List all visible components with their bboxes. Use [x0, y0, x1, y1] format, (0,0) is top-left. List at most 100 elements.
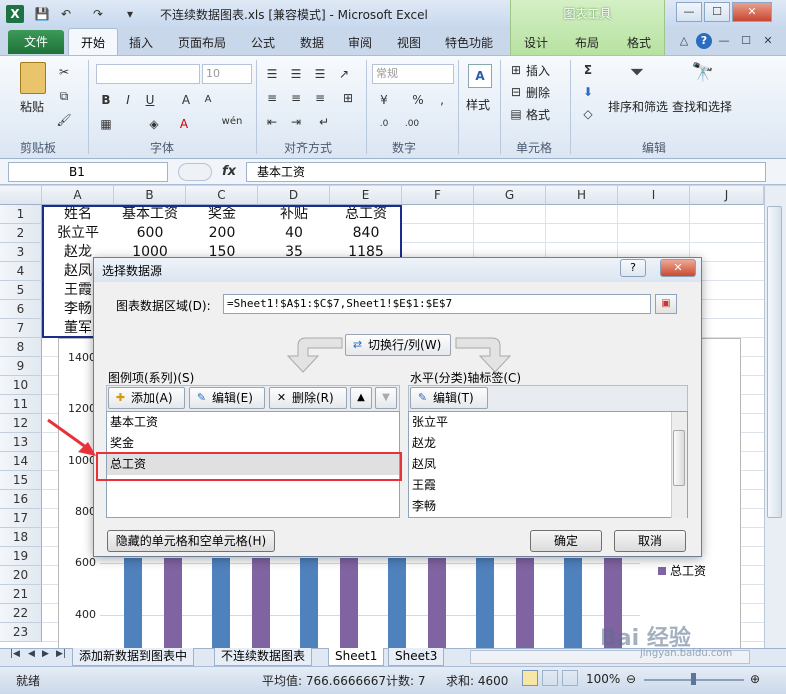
tab-file[interactable]: 文件: [8, 30, 64, 54]
sheet-tab-discontinuous[interactable]: 不连续数据图表: [214, 648, 313, 666]
format-cells-button[interactable]: 格式: [526, 106, 550, 123]
zoom-slider-thumb[interactable]: [691, 673, 696, 685]
formula-input[interactable]: 基本工资: [246, 162, 766, 182]
sheet-tab-sheet1[interactable]: Sheet1: [328, 648, 385, 666]
copy-icon[interactable]: ⧉: [56, 88, 72, 104]
move-down-icon[interactable]: ▼: [375, 387, 397, 409]
underline-icon[interactable]: U: [142, 92, 158, 108]
paste-icon[interactable]: [20, 62, 46, 94]
font-name-combo[interactable]: [96, 64, 200, 84]
tab-review[interactable]: 审阅: [348, 34, 372, 51]
normal-view-icon[interactable]: [522, 670, 538, 686]
edit-axis-button[interactable]: ✎ 编辑(T): [410, 387, 488, 409]
row-header-10[interactable]: 10: [0, 376, 42, 395]
dialog-help-button[interactable]: ?: [620, 259, 646, 277]
fill-color-icon[interactable]: ◈: [146, 116, 162, 132]
maximize-button[interactable]: ☐: [704, 2, 730, 22]
zoom-level[interactable]: 100%: [586, 672, 620, 686]
sort-filter-icon[interactable]: ⏷: [622, 62, 652, 90]
decrease-decimal-icon[interactable]: .00: [404, 116, 420, 132]
cut-icon[interactable]: ✂: [56, 64, 72, 80]
remove-series-button[interactable]: ✕ 删除(R): [269, 387, 347, 409]
row-header-7[interactable]: 7: [0, 319, 42, 338]
series-item-bonus[interactable]: 奖金: [107, 433, 399, 454]
formula-bar-splitter[interactable]: [178, 163, 212, 181]
vertical-scroll-thumb[interactable]: [767, 206, 782, 518]
increase-decimal-icon[interactable]: .0: [376, 116, 392, 132]
help-icon[interactable]: ?: [696, 33, 712, 49]
page-layout-view-icon[interactable]: [542, 670, 558, 686]
row-header-5[interactable]: 5: [0, 281, 42, 300]
column-header-A[interactable]: A: [42, 186, 114, 205]
row-header-1[interactable]: 1: [0, 205, 42, 224]
grow-font-icon[interactable]: A: [178, 92, 194, 108]
row-header-23[interactable]: 23: [0, 623, 42, 642]
move-up-icon[interactable]: ▲: [350, 387, 372, 409]
series-item-base-salary[interactable]: 基本工资: [107, 412, 399, 433]
autosum-icon[interactable]: Σ: [580, 62, 596, 78]
row-header-8[interactable]: 8: [0, 338, 42, 357]
row-header-21[interactable]: 21: [0, 585, 42, 604]
orientation-icon[interactable]: ↗: [336, 66, 352, 82]
row-header-6[interactable]: 6: [0, 300, 42, 319]
sort-filter-button[interactable]: 排序和筛选: [608, 98, 668, 115]
prev-sheet-icon[interactable]: ◀: [28, 649, 35, 659]
fill-icon[interactable]: ⬇: [580, 84, 596, 100]
column-header-E[interactable]: E: [330, 186, 402, 205]
column-header-D[interactable]: D: [258, 186, 330, 205]
tab-data[interactable]: 数据: [300, 34, 324, 51]
shrink-font-icon[interactable]: A: [200, 92, 216, 108]
tab-design[interactable]: 设计: [524, 34, 548, 51]
insert-cells-icon[interactable]: ⊞: [508, 62, 524, 78]
italic-icon[interactable]: I: [120, 92, 136, 108]
doc-restore-icon[interactable]: ☐: [738, 33, 754, 49]
row-header-13[interactable]: 13: [0, 433, 42, 452]
row-header-22[interactable]: 22: [0, 604, 42, 623]
font-size-combo[interactable]: 10: [202, 64, 252, 84]
sheet-tab-sheet3[interactable]: Sheet3: [388, 648, 445, 666]
ok-button[interactable]: 确定: [530, 530, 602, 552]
row-header-20[interactable]: 20: [0, 566, 42, 585]
column-header-C[interactable]: C: [186, 186, 258, 205]
percent-icon[interactable]: %: [410, 92, 426, 108]
row-header-15[interactable]: 15: [0, 471, 42, 490]
insert-function-icon[interactable]: fx: [222, 164, 236, 179]
border-icon[interactable]: ▦: [98, 116, 114, 132]
row-header-17[interactable]: 17: [0, 509, 42, 528]
row-header-3[interactable]: 3: [0, 243, 42, 262]
comma-style-icon[interactable]: ,: [434, 92, 450, 108]
tab-layout[interactable]: 布局: [575, 34, 599, 51]
row-header-16[interactable]: 16: [0, 490, 42, 509]
increase-indent-icon[interactable]: ⇥: [288, 114, 304, 130]
undo-icon[interactable]: ↶: [58, 6, 74, 22]
edit-series-button[interactable]: ✎ 编辑(E): [189, 387, 265, 409]
format-painter-icon[interactable]: 🖌: [56, 112, 72, 128]
delete-cells-button[interactable]: 删除: [526, 84, 550, 101]
customize-qat-icon[interactable]: ▾: [122, 6, 138, 22]
column-header-I[interactable]: I: [618, 186, 690, 205]
name-box[interactable]: B1: [8, 162, 168, 182]
doc-minimize-icon[interactable]: —: [716, 33, 732, 49]
tab-special[interactable]: 特色功能: [445, 34, 493, 51]
sheet-tab-add-data[interactable]: 添加新数据到图表中: [72, 648, 195, 666]
merge-center-icon[interactable]: ⊞: [340, 90, 356, 106]
find-select-button[interactable]: 查找和选择: [672, 98, 732, 115]
doc-close-icon[interactable]: ✕: [760, 33, 776, 49]
last-sheet-icon[interactable]: ▶|: [56, 649, 66, 659]
dialog-title-bar[interactable]: [94, 258, 701, 282]
phonetic-icon[interactable]: wén: [220, 114, 244, 130]
axis-list-scroll-thumb[interactable]: [673, 430, 685, 486]
add-series-button[interactable]: ✚ 添加(A): [108, 387, 185, 409]
insert-cells-button[interactable]: 插入: [526, 62, 550, 79]
dialog-close-button[interactable]: ✕: [660, 259, 696, 277]
row-header-9[interactable]: 9: [0, 357, 42, 376]
paste-label[interactable]: 粘贴: [20, 98, 44, 115]
tab-view[interactable]: 视图: [397, 34, 421, 51]
switch-row-column-button[interactable]: ⇄ 切换行/列(W): [345, 334, 451, 356]
hidden-empty-cells-button[interactable]: 隐藏的单元格和空单元格(H): [107, 530, 275, 552]
row-header-4[interactable]: 4: [0, 262, 42, 281]
bold-icon[interactable]: B: [98, 92, 114, 108]
row-header-12[interactable]: 12: [0, 414, 42, 433]
first-sheet-icon[interactable]: |◀: [10, 649, 20, 659]
save-icon[interactable]: 💾: [34, 6, 50, 22]
